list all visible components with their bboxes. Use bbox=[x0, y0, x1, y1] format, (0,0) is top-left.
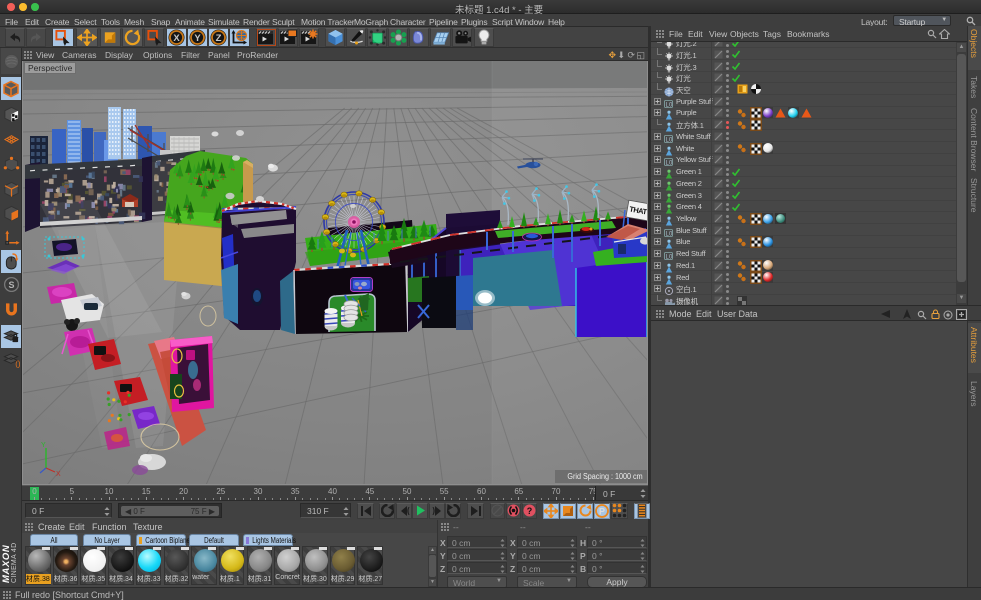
svg-text:P: P bbox=[599, 506, 605, 516]
svg-text:S: S bbox=[8, 280, 14, 290]
svg-text:Z: Z bbox=[216, 33, 222, 44]
svg-text:X: X bbox=[173, 33, 180, 44]
svg-text:Y: Y bbox=[194, 33, 201, 44]
svg-text:?: ? bbox=[527, 506, 533, 516]
svg-text:X: X bbox=[56, 471, 61, 478]
svg-text:Y: Y bbox=[41, 442, 46, 449]
svg-text:(): () bbox=[15, 360, 20, 368]
